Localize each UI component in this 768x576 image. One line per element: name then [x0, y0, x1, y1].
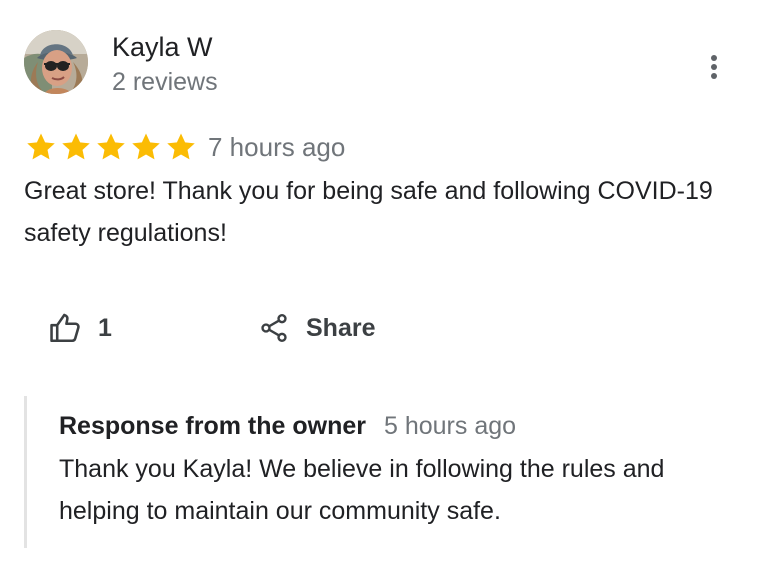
- like-count: 1: [98, 313, 112, 342]
- star-icon: [97, 133, 125, 160]
- owner-response-time: 5 hours ago: [384, 412, 517, 440]
- share-icon: [261, 314, 287, 342]
- like-button[interactable]: 1: [48, 308, 112, 348]
- owner-response: Response from the owner 5 hours ago Than…: [24, 396, 747, 548]
- star-icon: [132, 133, 160, 160]
- review-time: 7 hours ago: [208, 132, 346, 162]
- review-card: Kayla W 2 reviews 7 hours ago Great stor…: [0, 0, 768, 576]
- thumbs-up-icon: [50, 313, 80, 343]
- more-options-button[interactable]: [700, 50, 728, 84]
- rating-row: 7 hours ago: [24, 129, 345, 165]
- reviewer-name[interactable]: Kayla W: [112, 30, 213, 64]
- owner-response-header: Response from the owner 5 hours ago: [59, 412, 516, 441]
- review-actions: 1 Share: [48, 308, 448, 348]
- user-photo-avatar-icon: [24, 30, 88, 94]
- more-vertical-icon: [711, 55, 717, 79]
- owner-response-title: Response from the owner: [59, 412, 366, 440]
- star-icon: [62, 133, 90, 160]
- star-rating: [24, 130, 198, 164]
- review-text: Great store! Thank you for being safe an…: [24, 177, 713, 247]
- share-label: Share: [306, 313, 376, 342]
- reviewer-review-count[interactable]: 2 reviews: [112, 66, 218, 98]
- share-button[interactable]: Share: [258, 308, 375, 348]
- owner-response-text: Thank you Kayla! We believe in following…: [59, 455, 665, 525]
- star-icon: [167, 133, 195, 160]
- star-icon: [27, 133, 55, 160]
- reviewer-avatar[interactable]: [24, 30, 88, 94]
